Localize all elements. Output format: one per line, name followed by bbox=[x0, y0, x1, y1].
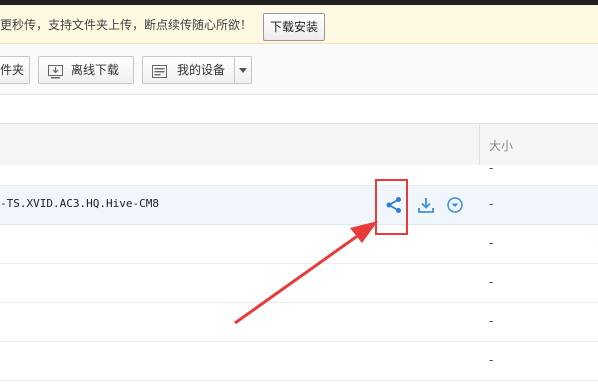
annotation-arrow bbox=[234, 221, 378, 325]
